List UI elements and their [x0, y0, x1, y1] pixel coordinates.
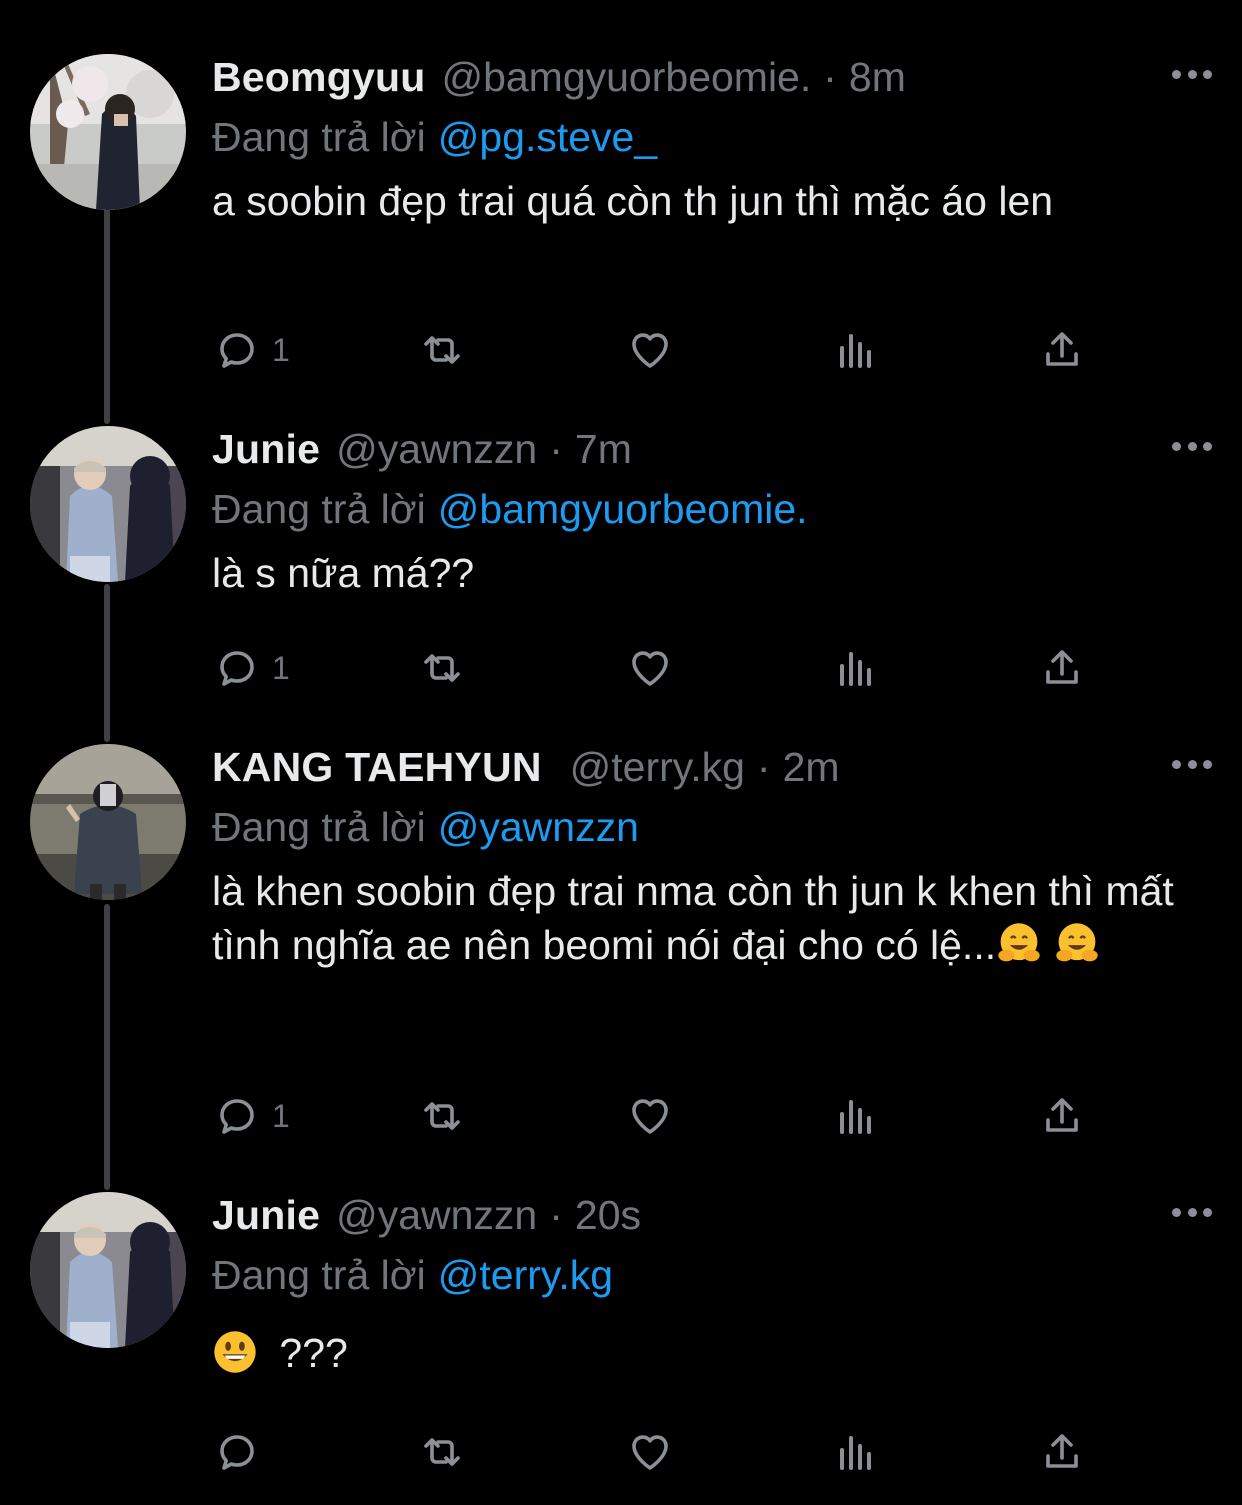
replying-to-label: Đang trả lời — [212, 1252, 426, 1298]
share-button[interactable] — [1038, 1086, 1086, 1146]
tweet-text: ??? — [279, 1330, 348, 1376]
views-icon — [840, 652, 871, 686]
mention-link[interactable]: @terry.kg — [438, 1252, 613, 1298]
views-icon — [840, 1436, 871, 1470]
hugging-face-emoji — [1056, 923, 1098, 962]
retweet-button[interactable] — [418, 320, 466, 380]
hugging-face-emoji — [998, 923, 1040, 962]
avatar[interactable] — [30, 1192, 186, 1348]
avatar-image — [30, 426, 186, 582]
more-icon[interactable] — [1172, 64, 1212, 84]
views-button[interactable] — [832, 1422, 880, 1482]
action-bar: 1 — [0, 320, 1242, 380]
reply-button[interactable]: 1 — [212, 320, 290, 380]
display-name[interactable]: Junie — [212, 426, 320, 473]
heart-icon — [632, 333, 668, 368]
tweet-text: là s nữa má?? — [212, 550, 475, 596]
replying-to: Đang trả lời @terry.kg — [212, 1248, 1212, 1302]
reply-button[interactable]: 1 — [212, 1086, 290, 1146]
share-icon — [1046, 1434, 1078, 1468]
separator: · — [549, 1192, 563, 1238]
separator: · — [823, 54, 837, 100]
more-icon[interactable] — [1172, 436, 1212, 456]
avatar[interactable] — [30, 426, 186, 582]
views-icon — [840, 1100, 871, 1134]
timestamp[interactable]: 2m — [783, 744, 840, 791]
user-handle[interactable]: @terry.kg — [570, 744, 745, 791]
reply-count: 1 — [272, 1097, 290, 1134]
avatar-image — [30, 744, 186, 900]
timestamp[interactable]: 7m — [575, 426, 632, 473]
smiling-face-emoji — [214, 1331, 256, 1373]
share-button[interactable] — [1038, 320, 1086, 380]
action-bar — [0, 1422, 1242, 1482]
mention-link[interactable]: @yawnzzn — [438, 804, 639, 850]
timestamp[interactable]: 8m — [849, 54, 906, 101]
reply-count: 1 — [272, 649, 290, 686]
separator: · — [756, 744, 771, 790]
reply-button[interactable]: 1 — [212, 638, 290, 698]
heart-icon — [632, 1435, 668, 1470]
action-bar: 1 — [0, 638, 1242, 698]
reply-icon — [220, 651, 254, 686]
retweet-icon — [424, 336, 460, 364]
replying-to: Đang trả lời @yawnzzn — [212, 800, 1212, 854]
retweet-icon — [424, 654, 460, 682]
tweet-text-wrap: là khen soobin đẹp trai nma còn th jun k… — [212, 864, 1212, 972]
reply-icon — [220, 333, 254, 368]
tweet-text-wrap: ??? — [212, 1326, 1212, 1380]
share-icon — [1046, 1098, 1078, 1132]
like-button[interactable] — [626, 1422, 674, 1482]
mention-link[interactable]: @bamgyuorbeomie. — [438, 486, 808, 532]
heart-icon — [632, 651, 668, 686]
views-button[interactable] — [832, 1086, 880, 1146]
like-button[interactable] — [626, 638, 674, 698]
replying-to-label: Đang trả lời — [212, 804, 426, 850]
reply-icon — [220, 1099, 254, 1134]
thread-line — [104, 904, 110, 1190]
retweet-button[interactable] — [418, 1086, 466, 1146]
tweet-text: a soobin đẹp trai quá còn th jun thì mặc… — [212, 178, 1054, 224]
views-icon — [840, 334, 871, 368]
avatar[interactable] — [30, 744, 186, 900]
display-name[interactable]: KANG TAEHYUN — [212, 744, 542, 791]
avatar-image — [30, 1192, 186, 1348]
mention-link[interactable]: @pg.steve_ — [438, 114, 657, 160]
share-button[interactable] — [1038, 1422, 1086, 1482]
avatar-image — [30, 54, 186, 210]
separator: · — [549, 426, 563, 472]
like-button[interactable] — [626, 320, 674, 380]
views-button[interactable] — [832, 320, 880, 380]
replying-to: Đang trả lời @pg.steve_ — [212, 110, 1212, 164]
retweet-button[interactable] — [418, 638, 466, 698]
reply-icon — [220, 1435, 254, 1470]
like-button[interactable] — [626, 1086, 674, 1146]
more-icon[interactable] — [1172, 1202, 1212, 1222]
views-button[interactable] — [832, 638, 880, 698]
display-name[interactable]: Beomgyuu — [212, 54, 425, 101]
retweet-button[interactable] — [418, 1422, 466, 1482]
avatar[interactable] — [30, 54, 186, 210]
action-bar: 1 — [0, 1086, 1242, 1146]
more-icon[interactable] — [1172, 754, 1212, 774]
timestamp[interactable]: 20s — [575, 1192, 641, 1239]
replying-to-label: Đang trả lời — [212, 114, 426, 160]
thread-line — [104, 192, 110, 424]
user-handle[interactable]: @yawnzzn — [336, 426, 537, 473]
share-button[interactable] — [1038, 638, 1086, 698]
user-handle[interactable]: @yawnzzn — [336, 1192, 537, 1239]
reply-button[interactable] — [212, 1422, 272, 1482]
retweet-icon — [424, 1102, 460, 1130]
share-icon — [1046, 650, 1078, 684]
share-icon — [1046, 332, 1078, 366]
replying-to-label: Đang trả lời — [212, 486, 426, 532]
reply-count: 1 — [272, 331, 290, 368]
display-name[interactable]: Junie — [212, 1192, 320, 1239]
heart-icon — [632, 1099, 668, 1134]
replying-to: Đang trả lời @bamgyuorbeomie. — [212, 482, 1212, 536]
retweet-icon — [424, 1438, 460, 1466]
user-handle[interactable]: @bamgyuorbeomie. — [441, 54, 811, 101]
